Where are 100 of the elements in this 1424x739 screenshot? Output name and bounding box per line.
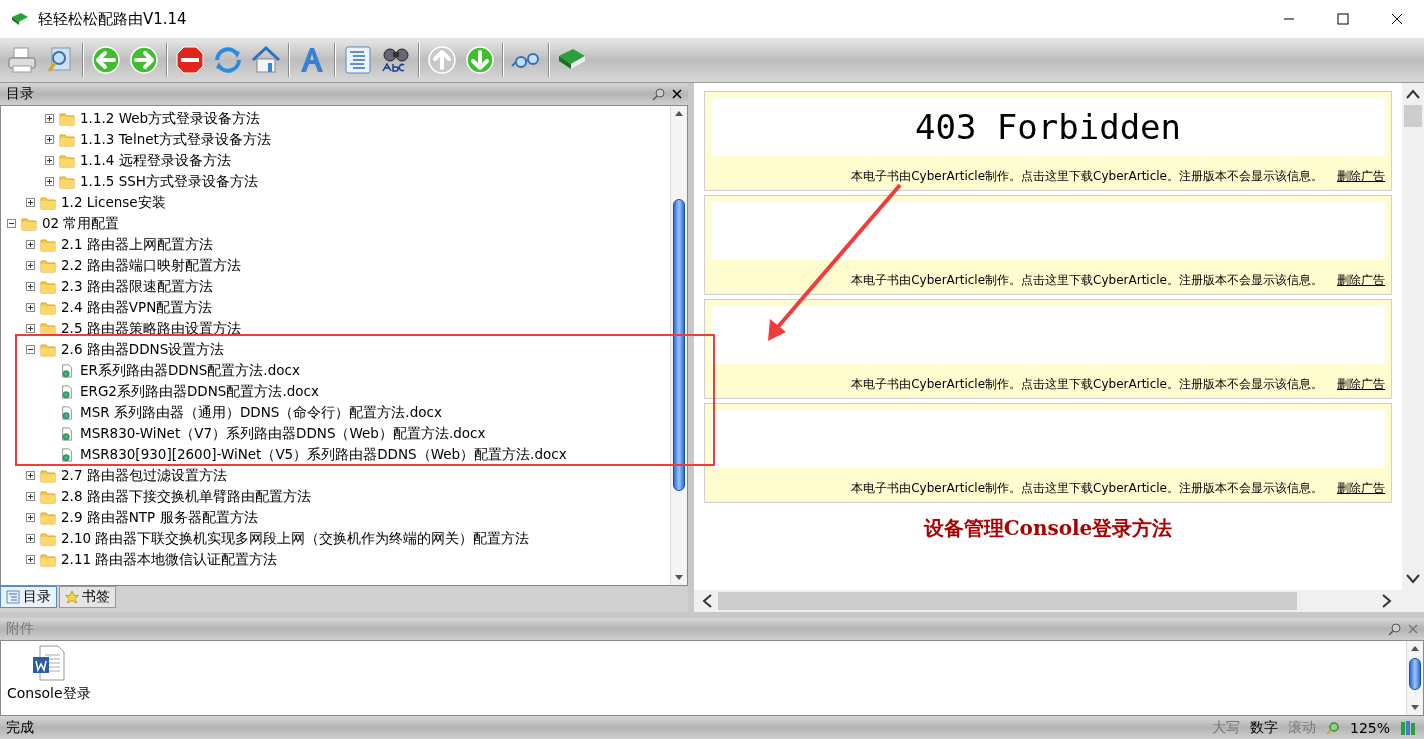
scroll-right-icon[interactable] [1382,594,1392,608]
remove-ads-link[interactable]: 删除广告 [1337,168,1385,185]
folder-icon [40,237,56,252]
expander-icon[interactable] [26,471,35,480]
contents-icon[interactable] [342,44,374,76]
home-icon[interactable] [250,44,282,76]
scrollbar-thumb[interactable] [718,592,1298,610]
error-heading: 403 Forbidden [914,107,1182,147]
expander-icon[interactable] [7,219,16,228]
tree-item[interactable]: 2.2 路由器端口映射配置方法 [61,256,241,275]
folder-icon [59,111,75,126]
folder-icon [40,510,56,525]
section-heading: 设备管理Console登录方法 [922,515,1174,542]
close-icon[interactable] [672,89,682,99]
contents-icon [6,590,20,604]
refresh-icon[interactable] [212,44,244,76]
tree-item[interactable]: 2.10 路由器下联交换机实现多网段上网（交换机作为终端的网关）配置方法 [61,529,530,548]
folder-icon [40,489,56,504]
key-indicator: 大写 [1211,718,1240,737]
scroll-up-icon[interactable] [1406,89,1420,99]
tree-item[interactable]: 02 常用配置 [42,214,120,233]
document-icon [59,384,75,399]
scroll-up-icon[interactable] [674,109,684,117]
folder-icon [40,279,56,294]
expander-icon[interactable] [26,324,35,333]
tree-item[interactable]: 1.2 License安装 [61,193,166,212]
tree-item[interactable]: 1.1.3 Telnet方式登录设备方法 [80,130,271,149]
expander-icon[interactable] [26,240,35,249]
expander-icon[interactable] [26,345,35,354]
tree-item[interactable]: 1.1.2 Web方式登录设备方法 [80,109,261,128]
ad-notice: 本电子书由CyberArticle制作。点击这里下载CyberArticle。注册版本不会显示该信息。 [851,272,1323,289]
scroll-down-icon[interactable] [674,574,684,582]
folder-icon [40,195,56,210]
folder-icon [59,153,75,168]
tree-item[interactable]: ERG2系列路由器DDNS配置方法.docx [80,382,319,401]
folder-icon [40,300,56,315]
remove-ads-link[interactable]: 删除广告 [1337,480,1385,497]
tree-item[interactable]: MSR830[930][2600]-WiNet（V5）系列路由器DDNS（Web）配置方法.docx [80,445,567,464]
star-icon [65,590,79,604]
scroll-down-icon[interactable] [1406,574,1420,584]
tree-item[interactable]: 2.9 路由器NTP 服务器配置方法 [61,508,258,527]
expander-icon[interactable] [26,513,35,522]
tree-item[interactable]: MSR830-WiNet（V7）系列路由器DDNS（Web）配置方法.docx [80,424,486,443]
close-icon [1391,13,1403,25]
tree-item[interactable]: 2.8 路由器下接交换机单臂路由配置方法 [61,487,311,506]
scroll-left-icon[interactable] [702,594,712,608]
document-icon [59,405,75,420]
tree-item[interactable]: 1.1.5 SSH方式登录设备方法 [80,172,258,191]
books-icon [1400,719,1418,736]
expander-icon[interactable] [26,492,35,501]
tree-item[interactable]: MSR 系列路由器（通用）DDNS（命令行）配置方法.docx [80,403,442,422]
folder-icon [40,258,56,273]
scrollbar-thumb[interactable] [1404,105,1422,127]
expander-icon[interactable] [26,282,35,291]
document-icon [59,447,75,462]
scrollbar-thumb[interactable] [1409,658,1421,690]
scrollbar-thumb[interactable] [673,199,685,491]
expander-icon[interactable] [26,261,35,270]
tree-item[interactable]: 2.7 路由器包过滤设置方法 [61,466,227,485]
scroll-up-icon[interactable] [1410,644,1420,652]
status-text: 完成 [6,718,34,737]
tree-item[interactable]: 2.1 路由器上网配置方法 [61,235,213,254]
tree-item[interactable]: 2.11 路由器本地微信认证配置方法 [61,550,278,569]
folder-icon [40,468,56,483]
panel-tab[interactable]: 书签 [59,586,116,608]
remove-ads-link[interactable]: 删除广告 [1337,272,1385,289]
folder-icon [59,174,75,189]
expander-icon[interactable] [45,114,54,123]
folder-icon [40,321,56,336]
tree-item[interactable]: 2.5 路由器策略路由设置方法 [61,319,241,338]
remove-ads-link[interactable]: 删除广告 [1337,376,1385,393]
zoom-icon[interactable] [1325,720,1340,735]
expander-icon[interactable] [45,135,54,144]
ad-notice: 本电子书由CyberArticle制作。点击这里下载CyberArticle。注册版本不会显示该信息。 [851,480,1323,497]
tree-item[interactable]: 2.3 路由器限速配置方法 [61,277,213,296]
expander-icon[interactable] [45,156,54,165]
zoom-level[interactable]: 125% [1349,719,1390,736]
key-indicator: 滚动 [1287,718,1316,737]
expander-icon[interactable] [26,534,35,543]
document-icon [59,426,75,441]
scroll-down-icon[interactable] [1410,704,1420,712]
tree-item[interactable]: 2.6 路由器DDNS设置方法 [61,340,225,359]
tree-item[interactable]: 1.1.4 远程登录设备方法 [80,151,231,170]
printer-icon[interactable] [6,44,38,76]
panel-title: 目录 [6,85,34,103]
expander-icon[interactable] [26,303,35,312]
tree-item[interactable]: ER系列路由器DDNS配置方法.docx [80,361,300,380]
expander-icon[interactable] [45,177,54,186]
attachment-name[interactable]: Console登录 [7,685,91,703]
tree-item[interactable]: 2.4 路由器VPN配置方法 [61,298,213,317]
stop-icon[interactable] [174,44,206,76]
ad-notice: 本电子书由CyberArticle制作。点击这里下载CyberArticle。注册版本不会显示该信息。 [851,168,1323,185]
expander-icon[interactable] [26,555,35,564]
panel-tab[interactable]: 目录 [0,586,57,608]
expander-icon[interactable] [26,198,35,207]
document-icon [59,363,75,378]
panel-title: 附件 [6,620,34,638]
folder-icon [40,552,56,567]
word-document-icon[interactable] [31,645,66,681]
key-indicator: 数字 [1249,718,1278,737]
